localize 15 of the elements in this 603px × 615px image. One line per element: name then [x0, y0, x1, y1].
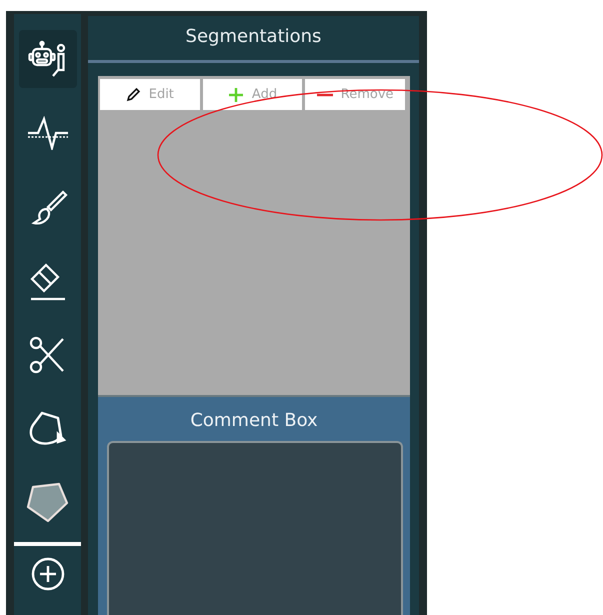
- pencil-icon: [126, 87, 141, 102]
- waveform-icon: [26, 116, 70, 150]
- edit-button[interactable]: Edit: [100, 79, 200, 110]
- polygon-icon: [26, 481, 70, 525]
- remove-button[interactable]: Remove: [305, 79, 406, 110]
- comment-box-title: Comment Box: [189, 409, 319, 433]
- scissors-icon: [28, 335, 66, 375]
- panel-title: Segmentations: [88, 16, 419, 63]
- add-icon: [30, 556, 66, 592]
- plus-icon: [228, 86, 244, 102]
- minus-icon: [316, 92, 333, 96]
- robot-icon: [28, 40, 68, 78]
- add-button[interactable]: Add: [202, 79, 302, 110]
- comment-field[interactable]: [107, 441, 403, 615]
- robot-tool-button[interactable]: [18, 30, 76, 88]
